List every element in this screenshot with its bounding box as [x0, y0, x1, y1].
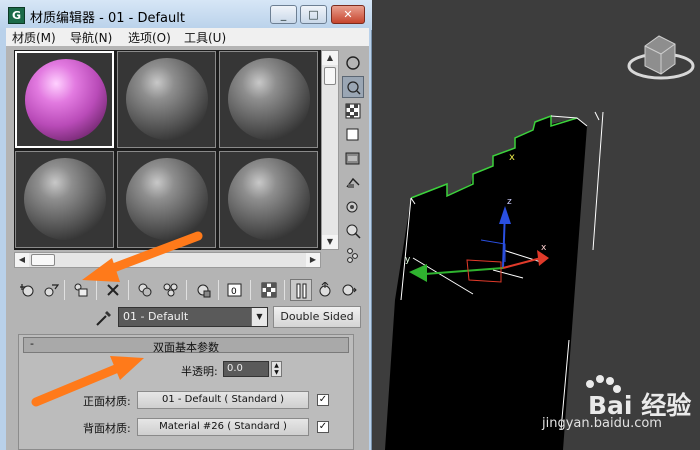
gizmo-x-label: x: [541, 243, 547, 253]
rollout-title: 双面基本参数: [153, 341, 219, 354]
bottom-toolbar: 0: [14, 278, 366, 302]
facing-material-checkbox[interactable]: ✓: [317, 394, 329, 406]
screen: G 材质编辑器 - 01 - Default _ □ ✕ 材质(M) 导航(N)…: [0, 0, 700, 450]
toolbar-separator: [250, 280, 251, 300]
translucency-label: 半透明:: [181, 365, 218, 378]
close-icon: ✕: [343, 8, 353, 21]
close-button[interactable]: ✕: [331, 5, 365, 24]
sample-slot-1[interactable]: [15, 51, 114, 148]
sample-slot-6[interactable]: [219, 151, 318, 248]
assign-to-selection-icon[interactable]: [70, 279, 92, 301]
toolbar-separator: [64, 280, 65, 300]
scroll-right-icon[interactable]: ▶: [306, 253, 320, 267]
make-preview-icon[interactable]: [342, 172, 364, 194]
sample-slot-3[interactable]: [219, 51, 318, 148]
back-material-label: 背面材质:: [83, 422, 131, 435]
scroll-up-icon[interactable]: ▲: [322, 51, 338, 65]
translucency-spinner[interactable]: ▲ ▼: [271, 361, 282, 377]
sample-type-sphere-icon[interactable]: [342, 52, 364, 74]
backlight-icon[interactable]: [342, 76, 364, 98]
facing-material-button[interactable]: 01 - Default ( Standard ): [137, 391, 309, 409]
scroll-thumb[interactable]: [31, 254, 55, 266]
get-material-icon[interactable]: [16, 279, 38, 301]
window-title: 材质编辑器 - 01 - Default: [30, 11, 185, 26]
facing-material-label: 正面材质:: [83, 395, 131, 408]
pick-material-eyedropper-icon[interactable]: [94, 308, 114, 328]
toolbar-separator: [128, 280, 129, 300]
toolbar-separator: [186, 280, 187, 300]
material-sphere-preview: [126, 158, 208, 240]
rollout-header[interactable]: - 双面基本参数: [23, 337, 349, 354]
app-logo-icon: G: [8, 7, 25, 24]
gizmo-y-label: y: [405, 255, 411, 265]
svg-text:0: 0: [231, 287, 237, 297]
show-shaded-icon[interactable]: [258, 279, 280, 301]
scroll-thumb[interactable]: [324, 67, 336, 85]
svg-text:x: x: [509, 152, 515, 163]
make-copy-icon[interactable]: [134, 279, 156, 301]
show-end-result-icon[interactable]: [290, 279, 312, 301]
editor-client-area: ▲ ▼ ◀ ▶ 0 01 - Default ▼ Double Sided - …: [6, 46, 369, 450]
sample-slots-panel: [14, 50, 321, 250]
sample-slot-4[interactable]: [15, 151, 114, 248]
material-sphere-preview: [126, 58, 208, 140]
scroll-left-icon[interactable]: ◀: [15, 253, 29, 267]
title-bar[interactable]: G 材质编辑器 - 01 - Default _ □ ✕: [0, 0, 372, 30]
gizmo-z-label: z: [507, 197, 512, 207]
material-editor-window: G 材质编辑器 - 01 - Default _ □ ✕ 材质(M) 导航(N)…: [0, 0, 372, 450]
slots-vertical-scrollbar[interactable]: ▲ ▼: [321, 50, 339, 250]
material-name-row: 01 - Default ▼ Double Sided: [14, 306, 366, 328]
sample-slot-2[interactable]: [117, 51, 216, 148]
material-map-navigator-icon[interactable]: [342, 244, 364, 266]
translucency-input[interactable]: 0.0: [223, 361, 269, 377]
menu-navigation[interactable]: 导航(N): [70, 29, 112, 46]
material-sphere-preview: [228, 158, 310, 240]
reset-map-icon[interactable]: [102, 279, 124, 301]
make-unique-icon[interactable]: [160, 279, 182, 301]
menu-material[interactable]: 材质(M): [12, 29, 56, 46]
side-toolbar: [340, 50, 366, 270]
scroll-down-icon[interactable]: ▼: [322, 235, 338, 249]
slots-horizontal-scrollbar[interactable]: ◀ ▶: [14, 252, 321, 268]
material-name-dropdown[interactable]: 01 - Default ▼: [118, 307, 268, 327]
material-sphere-preview: [25, 59, 107, 141]
background-checker-icon[interactable]: [342, 100, 364, 122]
double-sided-parameters-rollout: - 双面基本参数 半透明: 0.0 ▲ ▼ 正面材质: 01 - Default …: [18, 334, 354, 450]
material-sphere-preview: [24, 158, 106, 240]
minimize-icon: _: [280, 8, 287, 21]
back-material-button[interactable]: Material #26 ( Standard ): [137, 418, 309, 436]
toolbar-separator: [284, 280, 285, 300]
toolbar-separator: [96, 280, 97, 300]
put-to-scene-icon[interactable]: [40, 279, 62, 301]
material-type-button[interactable]: Double Sided: [273, 306, 361, 328]
options-icon[interactable]: [342, 196, 364, 218]
material-name-value: 01 - Default: [123, 310, 189, 323]
go-to-parent-icon[interactable]: [314, 279, 336, 301]
maximize-button[interactable]: □: [300, 5, 327, 24]
minimize-button[interactable]: _: [270, 5, 297, 24]
chevron-down-icon[interactable]: ▼: [251, 308, 267, 326]
toolbar-separator: [218, 280, 219, 300]
menu-bar: 材质(M) 导航(N) 选项(O) 工具(U): [6, 28, 369, 46]
put-to-library-icon[interactable]: [192, 279, 214, 301]
view-cube-icon[interactable]: [627, 35, 695, 80]
baidu-jingyan-watermark: Bai 经验 jingyan.baidu.com: [530, 372, 700, 450]
select-by-material-icon[interactable]: [342, 220, 364, 242]
menu-tools[interactable]: 工具(U): [184, 29, 226, 46]
material-id-channel-icon[interactable]: 0: [224, 279, 246, 301]
video-color-check-icon[interactable]: [342, 148, 364, 170]
go-forward-to-sibling-icon[interactable]: [338, 279, 360, 301]
material-sphere-preview: [228, 58, 310, 140]
menu-options[interactable]: 选项(O): [128, 29, 171, 46]
back-material-checkbox[interactable]: ✓: [317, 421, 329, 433]
sample-slot-5[interactable]: [117, 151, 216, 248]
sample-uv-tiling-icon[interactable]: [342, 124, 364, 146]
maximize-icon: □: [308, 8, 319, 21]
watermark-url: jingyan.baidu.com: [542, 416, 662, 431]
